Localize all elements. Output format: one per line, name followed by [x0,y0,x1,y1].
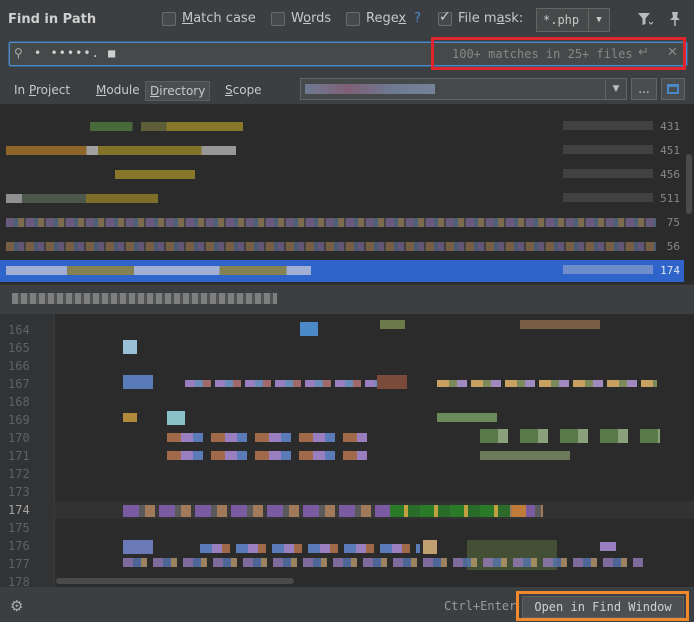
code-preview[interactable]: 164 165 166 167 168 169 170 171 172 173 … [0,314,694,587]
open-in-find-window-button[interactable]: Open in Find Window [522,596,684,618]
words-label: Words [291,11,332,26]
directory-field[interactable]: ▼ [300,78,627,100]
line-number: 171 [8,449,30,463]
line-number: 176 [8,539,30,553]
gear-icon[interactable]: ⚙ [10,597,23,615]
line-number: 175 [8,521,30,535]
line-number: 172 [8,467,30,481]
line-number: 167 [8,377,30,391]
line-number: 174 [8,503,30,517]
words-checkbox[interactable] [271,11,285,26]
result-line-number: 511 [660,192,680,205]
file-mask-checkbox[interactable] [438,9,452,26]
line-number: 169 [8,413,30,427]
close-icon[interactable]: ✕ [667,45,678,60]
file-mask-dropdown[interactable]: *.php ▼ [536,8,610,32]
match-case-checkbox[interactable] [162,11,176,26]
chevron-down-icon[interactable]: ▼ [605,79,626,99]
search-query: • •••••. ■ [34,46,117,60]
list-item[interactable]: 174 [0,260,684,282]
list-item[interactable]: 451 [0,140,684,162]
regex-checkbox[interactable] [346,11,360,26]
list-item[interactable]: 431 [0,116,684,138]
result-line-number: 431 [660,120,680,133]
regex-label: Regex [366,11,407,26]
line-number: 170 [8,431,30,445]
horizontal-scrollbar[interactable] [56,578,294,584]
shortcut-hint: Ctrl+Enter [444,599,517,613]
regex-option[interactable]: Regex ? [346,11,421,26]
match-case-option[interactable]: Match case [162,11,256,26]
result-line-number: 75 [666,216,680,229]
directory-path [305,84,435,94]
words-option[interactable]: Words [271,11,331,26]
file-mask-value: *.php [543,13,580,27]
line-number-gutter: 164 165 166 167 168 169 170 171 172 173 … [0,314,55,587]
browse-button[interactable]: ... [631,78,657,100]
tab-directory[interactable]: Directory [145,81,211,101]
options-bar: Find in Path Match case Words Regex ? Fi… [0,0,694,40]
line-number: 178 [8,575,30,587]
result-line-number: 456 [660,168,680,181]
list-item[interactable]: 456 [0,164,684,186]
footer-bar: ⚙ Ctrl+Enter Open in Find Window [0,587,694,622]
file-mask-option[interactable]: File mask: [438,9,524,26]
chevron-down-icon[interactable]: ▼ [588,9,609,31]
regex-help-link[interactable]: ? [414,11,421,26]
line-number: 168 [8,395,30,409]
file-mask-label: File mask: [458,11,524,26]
dialog-title: Find in Path [8,12,97,27]
line-number: 177 [8,557,30,571]
search-icon[interactable]: ⚲ [14,46,23,60]
matches-count: 100+ matches in 25+ files [452,47,633,61]
pin-icon[interactable] [666,10,684,28]
list-item[interactable]: 75 [0,212,684,234]
enter-icon: ↵ [638,45,649,60]
preview-file-path [0,284,694,316]
recursive-folder-icon[interactable] [661,78,685,100]
result-line-number: 56 [666,240,680,253]
match-case-label: Match case [182,11,256,26]
tab-in-project[interactable]: In Project [10,81,74,99]
line-number: 166 [8,359,30,373]
tab-scope[interactable]: Scope [221,81,266,99]
tab-module[interactable]: Module [92,81,144,99]
result-line-number: 174 [660,264,680,277]
line-number: 173 [8,485,30,499]
filter-icon[interactable] [636,10,654,28]
results-scrollbar[interactable] [684,104,694,284]
list-item[interactable]: 56 [0,236,684,258]
result-line-number: 451 [660,144,680,157]
line-number: 165 [8,341,30,355]
list-item[interactable]: 511 [0,188,684,210]
results-list[interactable]: 431 451 456 511 75 56 174 [0,104,694,284]
line-number: 164 [8,323,30,337]
